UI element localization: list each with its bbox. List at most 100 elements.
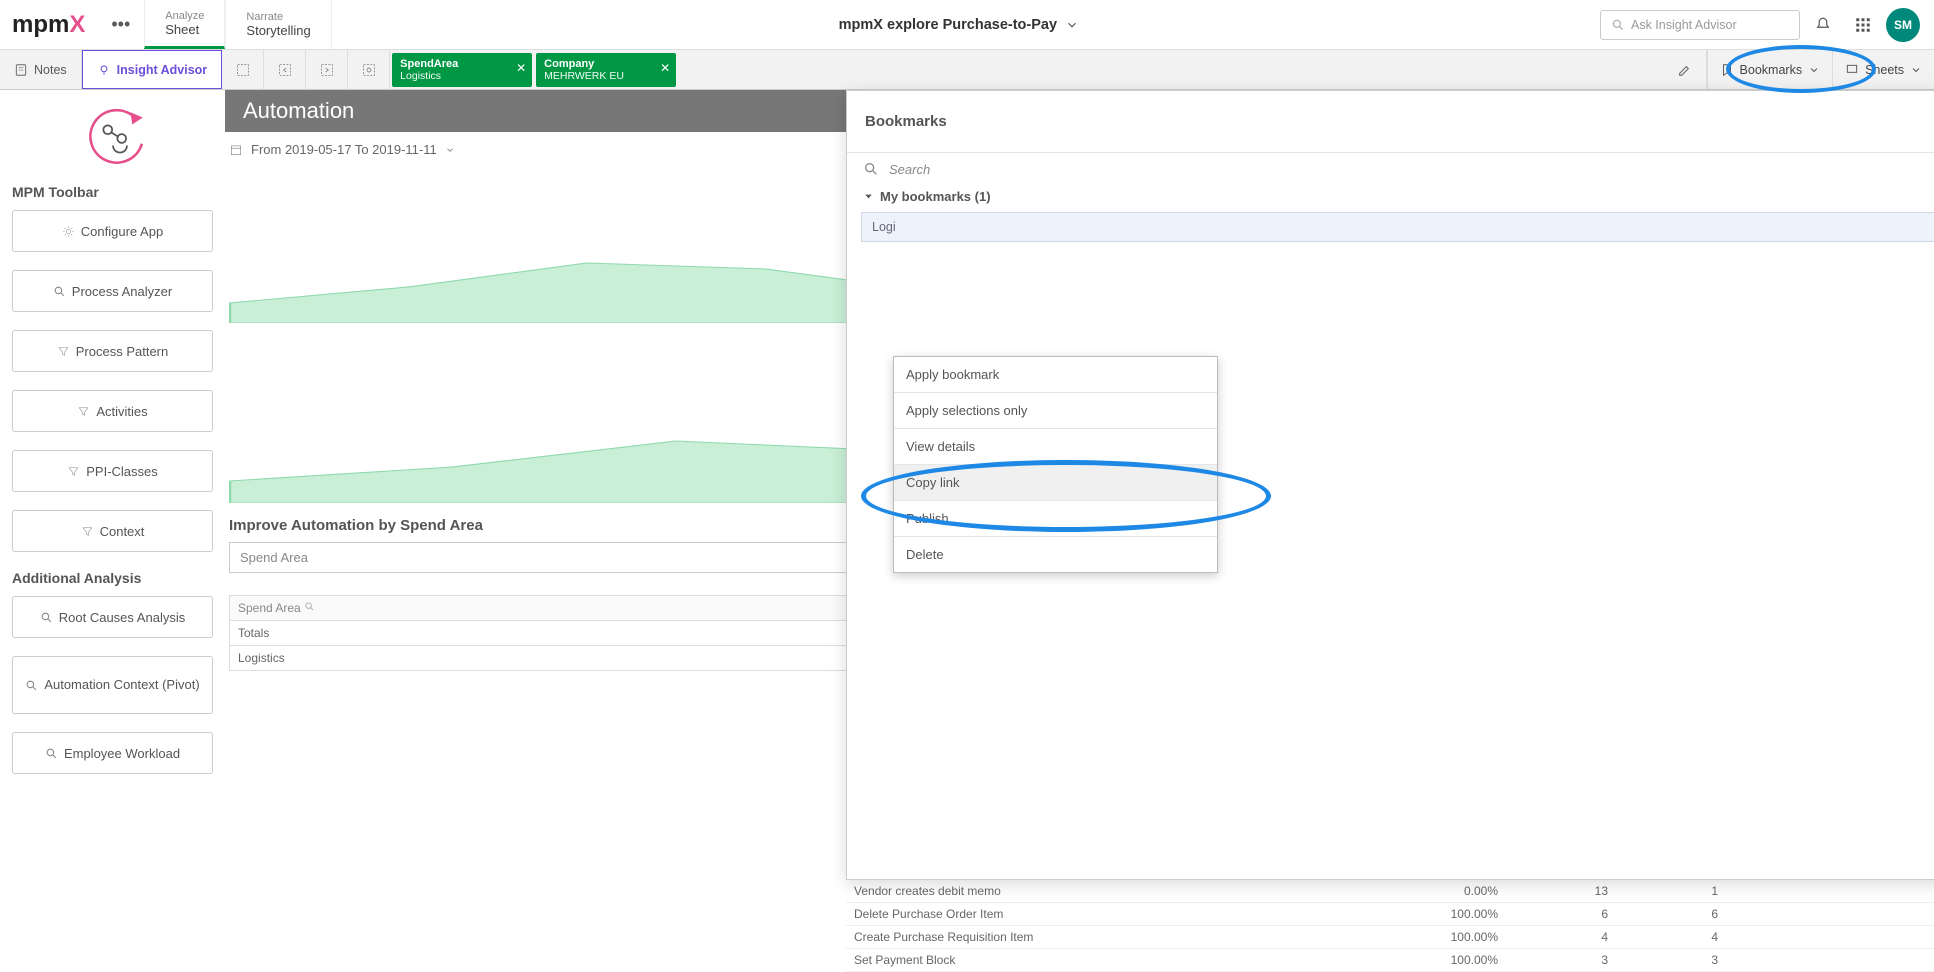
ctx-view-details[interactable]: View details [894, 429, 1217, 465]
ctx-publish[interactable]: Publish [894, 501, 1217, 537]
filter-name: SpendArea [400, 58, 458, 70]
table-row[interactable]: Vendor creates debit memo0.00%131-1€ [846, 880, 1934, 903]
app-title[interactable]: mpmX explore Purchase-to-Pay [332, 0, 1586, 49]
cell: 3 [1506, 949, 1616, 972]
cell: 4 [1616, 926, 1726, 949]
filter-value: MEHRWERK EU [544, 70, 624, 82]
sidebar-configure-app[interactable]: Configure App [12, 210, 213, 252]
bookmark-row[interactable]: Logi 12/1/2023 [861, 212, 1934, 242]
cell: 100.00% [1366, 926, 1506, 949]
cell: Create Purchase Requisition Item [846, 926, 1366, 949]
page-title: Automation [243, 98, 354, 124]
logo-text: mpm [12, 11, 69, 39]
ctx-copy-link[interactable]: Copy link [894, 465, 1217, 501]
ctx-label: Delete [906, 547, 944, 562]
sidebar-context[interactable]: Context [12, 510, 213, 552]
search-icon [40, 611, 53, 624]
sidebar-root-causes[interactable]: Root Causes Analysis [12, 596, 213, 638]
tab-analyze[interactable]: Analyze Sheet [144, 0, 225, 49]
left-sidebar: MPM Toolbar Configure App Process Analyz… [0, 90, 225, 812]
bookmark-search[interactable]: Search [847, 153, 1934, 185]
insight-search[interactable]: Ask Insight Advisor [1600, 10, 1800, 40]
table-row[interactable]: Delete Purchase Order Item100.00%66-0€ [846, 903, 1934, 926]
bookmark-context-menu: Apply bookmark Apply selections only Vie… [893, 356, 1218, 573]
ctx-apply-selections[interactable]: Apply selections only [894, 393, 1217, 429]
cell: Logistics [230, 646, 897, 671]
background-table: Vendor creates debit memo0.00%131-1€ Del… [846, 880, 1934, 972]
ctx-label: View details [906, 439, 975, 454]
bookmark-icon [1720, 63, 1734, 77]
filter-company[interactable]: Company MEHRWERK EU ✕ [536, 53, 676, 87]
cell: 4 [1506, 926, 1616, 949]
tab-analyze-small: Analyze [165, 10, 204, 22]
bookmarks-button[interactable]: Bookmarks [1707, 50, 1833, 89]
edit-icon [1677, 62, 1693, 78]
cell: Delete Purchase Order Item [846, 903, 1366, 926]
sidebar-automation-context[interactable]: Automation Context (Pivot) [12, 656, 213, 714]
group-label: My bookmarks (1) [880, 189, 991, 204]
additional-title: Additional Analysis [12, 570, 213, 586]
sidebar-employee-workload[interactable]: Employee Workload [12, 732, 213, 774]
sidebar-ppi-classes[interactable]: PPI-Classes [12, 450, 213, 492]
logo-accent: X [69, 11, 85, 39]
sheets-button[interactable]: Sheets [1832, 50, 1934, 89]
bookmarks-label: Bookmarks [1740, 63, 1803, 77]
chevron-down-icon [1808, 64, 1820, 76]
edit-button[interactable] [1665, 50, 1707, 89]
btn-label: PPI-Classes [86, 464, 158, 479]
col-spendarea[interactable]: Spend Area [230, 596, 897, 621]
notes-icon [14, 63, 28, 77]
filter-icon [67, 465, 80, 478]
cell: 100.00% [1366, 949, 1506, 972]
app-title-text: mpmX explore Purchase-to-Pay [839, 17, 1057, 33]
user-avatar[interactable]: SM [1886, 8, 1920, 42]
ctx-label: Publish [906, 511, 949, 526]
search-icon [25, 679, 38, 692]
tab-narrate[interactable]: Narrate Storytelling [225, 0, 331, 49]
notes-button[interactable]: Notes [0, 50, 82, 89]
sheets-icon [1845, 63, 1859, 77]
sel-tool-4[interactable] [348, 50, 390, 89]
table-row[interactable]: Set Payment Block100.00%33-0€ [846, 949, 1934, 972]
cell: 100.00% [1366, 903, 1506, 926]
app-menu-button[interactable]: ••• [97, 0, 144, 49]
search-icon [53, 285, 66, 298]
bookmarks-header: Bookmarks Create new bookmark [847, 91, 1934, 153]
sidebar-process-pattern[interactable]: Process Pattern [12, 330, 213, 372]
sidebar-process-analyzer[interactable]: Process Analyzer [12, 270, 213, 312]
search-icon [1611, 18, 1625, 32]
search-placeholder: Ask Insight Advisor [1631, 18, 1737, 32]
chevron-down-icon [1910, 64, 1922, 76]
process-icon [78, 100, 148, 170]
insight-advisor-button[interactable]: Insight Advisor [82, 50, 223, 89]
toolbar-title: MPM Toolbar [12, 184, 213, 200]
ctx-label: Apply bookmark [906, 367, 999, 382]
close-icon[interactable]: ✕ [516, 61, 526, 75]
cell: 0.00% [1366, 880, 1506, 903]
ctx-apply-bookmark[interactable]: Apply bookmark [894, 357, 1217, 393]
search-icon [863, 161, 879, 177]
mpm-logo-graphic [12, 100, 213, 170]
table-row[interactable]: Create Purchase Requisition Item100.00%4… [846, 926, 1934, 949]
cell: - [1726, 903, 1934, 926]
selection-clear-icon [361, 62, 377, 78]
bell-button[interactable] [1806, 8, 1840, 42]
btn-label: Employee Workload [64, 746, 180, 761]
grid-icon [1854, 16, 1872, 34]
date-text: From 2019-05-17 To 2019-11-11 [251, 142, 437, 157]
sel-tool-2[interactable] [264, 50, 306, 89]
filter-spendarea[interactable]: SpendArea Logistics ✕ [392, 53, 532, 87]
close-icon[interactable]: ✕ [660, 61, 670, 75]
bookmark-group-toggle[interactable]: My bookmarks (1) [847, 185, 1934, 212]
sel-tool-3[interactable] [306, 50, 348, 89]
cell: Totals [230, 621, 897, 646]
btn-label: Context [100, 524, 145, 539]
btn-label: Configure App [81, 224, 163, 239]
apps-button[interactable] [1846, 8, 1880, 42]
search-icon [45, 747, 58, 760]
ctx-delete[interactable]: Delete [894, 537, 1217, 572]
sel-tool-1[interactable] [222, 50, 264, 89]
sidebar-activities[interactable]: Activities [12, 390, 213, 432]
btn-label: Root Causes Analysis [59, 610, 185, 625]
cell: Set Payment Block [846, 949, 1366, 972]
